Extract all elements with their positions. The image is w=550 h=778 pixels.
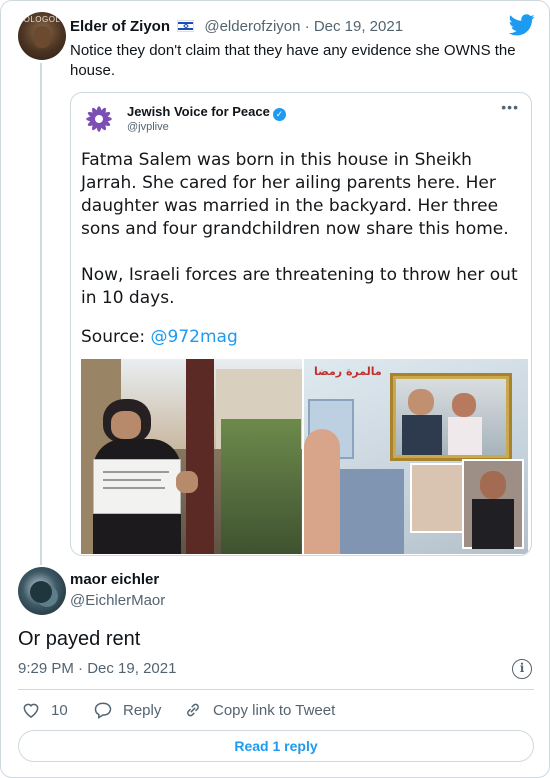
- author-name[interactable]: Elder of Ziyon: [70, 18, 170, 35]
- quoted-paragraph-2: Now, Israeli forces are threatening to t…: [81, 265, 518, 308]
- source-link[interactable]: @972mag: [151, 327, 238, 347]
- quoted-tweet[interactable]: Jewish Voice for Peace ✓ @jvplive ••• Fat…: [70, 92, 532, 556]
- reply-button[interactable]: Reply: [93, 700, 161, 720]
- quoted-author-handle[interactable]: @jvplive: [127, 121, 169, 133]
- tweet-embed-card: OLOGOL Elder of Ziyon @elderofziyon · De…: [0, 0, 550, 778]
- tweet-header: Elder of Ziyon @elderofziyon · Dec 19, 2…: [70, 18, 403, 35]
- copy-link-button[interactable]: Copy link to Tweet: [183, 700, 335, 720]
- quoted-tweet-text: Fatma Salem was born in this house in Sh…: [81, 149, 527, 333]
- reply-author-name[interactable]: maor eichler: [70, 571, 159, 588]
- more-icon[interactable]: •••: [501, 99, 519, 115]
- photo-framed-pictures[interactable]: مالمرة رمضا: [304, 359, 528, 554]
- jvp-star-logo-icon: [86, 106, 112, 132]
- reply-time: 9:29 PM: [18, 660, 74, 677]
- verified-badge-icon: ✓: [272, 108, 286, 121]
- reply-icon: [94, 702, 112, 719]
- thread-line: [40, 63, 42, 565]
- quoted-paragraph-1: Fatma Salem was born in this house in Sh…: [81, 150, 509, 239]
- reply-text: Or payed rent: [18, 628, 141, 650]
- reply-timestamp[interactable]: 9:29 PM · Dec 19, 2021: [18, 660, 176, 677]
- reply-label: Reply: [123, 701, 162, 719]
- read-replies-button[interactable]: Read 1 reply: [18, 730, 534, 762]
- copy-link-label: Copy link to Tweet: [213, 701, 336, 719]
- elderofziyon-avatar[interactable]: OLOGOL: [18, 12, 66, 60]
- author-handle[interactable]: @elderofziyon: [204, 18, 300, 35]
- tweet-date[interactable]: Dec 19, 2021: [314, 18, 403, 35]
- reply-author-handle[interactable]: @EichlerMaor: [70, 592, 165, 609]
- maoreichler-avatar[interactable]: [18, 567, 66, 615]
- reply-date: Dec 19, 2021: [87, 660, 177, 677]
- twitter-bird-icon[interactable]: [509, 14, 535, 36]
- quoted-source-line: Source: @972mag: [81, 327, 238, 347]
- link-icon: [187, 703, 199, 717]
- heart-icon: [23, 703, 39, 718]
- avatar-caption: OLOGOL: [23, 15, 61, 24]
- info-icon[interactable]: i: [512, 659, 532, 679]
- tweet-text: Notice they don't claim that they have a…: [70, 42, 516, 79]
- divider: [18, 689, 534, 690]
- quoted-author-line: Jewish Voice for Peace ✓: [127, 104, 286, 121]
- like-button[interactable]: 10: [21, 700, 68, 720]
- photo-woman-with-document[interactable]: [81, 359, 302, 554]
- israel-flag-icon: [177, 20, 195, 32]
- separator-dot: ·: [78, 660, 84, 677]
- like-count: 10: [51, 701, 68, 719]
- source-label: Source:: [81, 327, 146, 347]
- separator-dot: ·: [304, 18, 310, 35]
- quoted-author-name[interactable]: Jewish Voice for Peace: [127, 104, 270, 119]
